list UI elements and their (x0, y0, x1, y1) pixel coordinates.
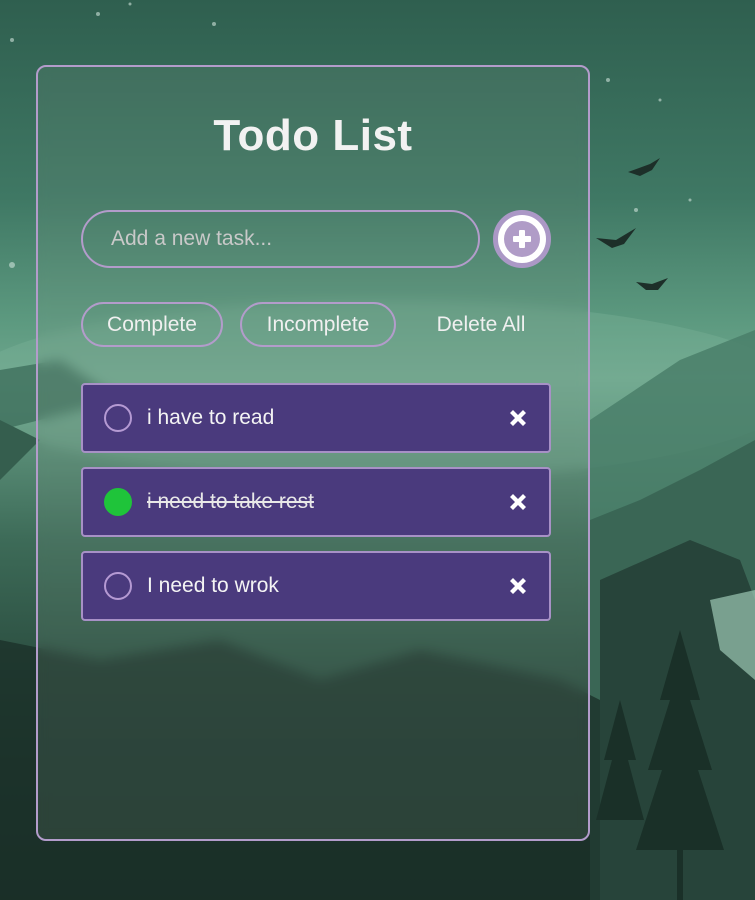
task-text: i need to take rest (147, 490, 314, 513)
close-x-icon (510, 494, 526, 510)
add-task-button[interactable] (493, 210, 551, 268)
new-task-input[interactable] (81, 210, 480, 268)
close-x-icon (510, 578, 526, 594)
task-item: I need to wrok (81, 551, 551, 621)
task-text: I need to wrok (147, 574, 279, 597)
delete-task-button[interactable] (504, 488, 532, 516)
check-circle-icon[interactable] (104, 404, 132, 432)
task-text: i have to read (147, 406, 275, 429)
task-item: i need to take rest (81, 467, 551, 537)
delete-all-button[interactable]: Delete All (418, 302, 544, 347)
delete-task-button[interactable] (504, 404, 532, 432)
filter-incomplete-button[interactable]: Incomplete (240, 302, 396, 347)
check-circle-icon[interactable] (104, 488, 132, 516)
task-item: i have to read (81, 383, 551, 453)
close-x-icon (510, 410, 526, 426)
plus-icon (504, 221, 540, 257)
todo-card: Todo List Complete Incomplete Delete All… (36, 65, 590, 841)
check-circle-icon[interactable] (104, 572, 132, 600)
delete-task-button[interactable] (504, 572, 532, 600)
filter-complete-button[interactable]: Complete (81, 302, 223, 347)
task-list: i have to read i need to take rest I nee… (81, 383, 551, 635)
page-title: Todo List (213, 111, 413, 160)
